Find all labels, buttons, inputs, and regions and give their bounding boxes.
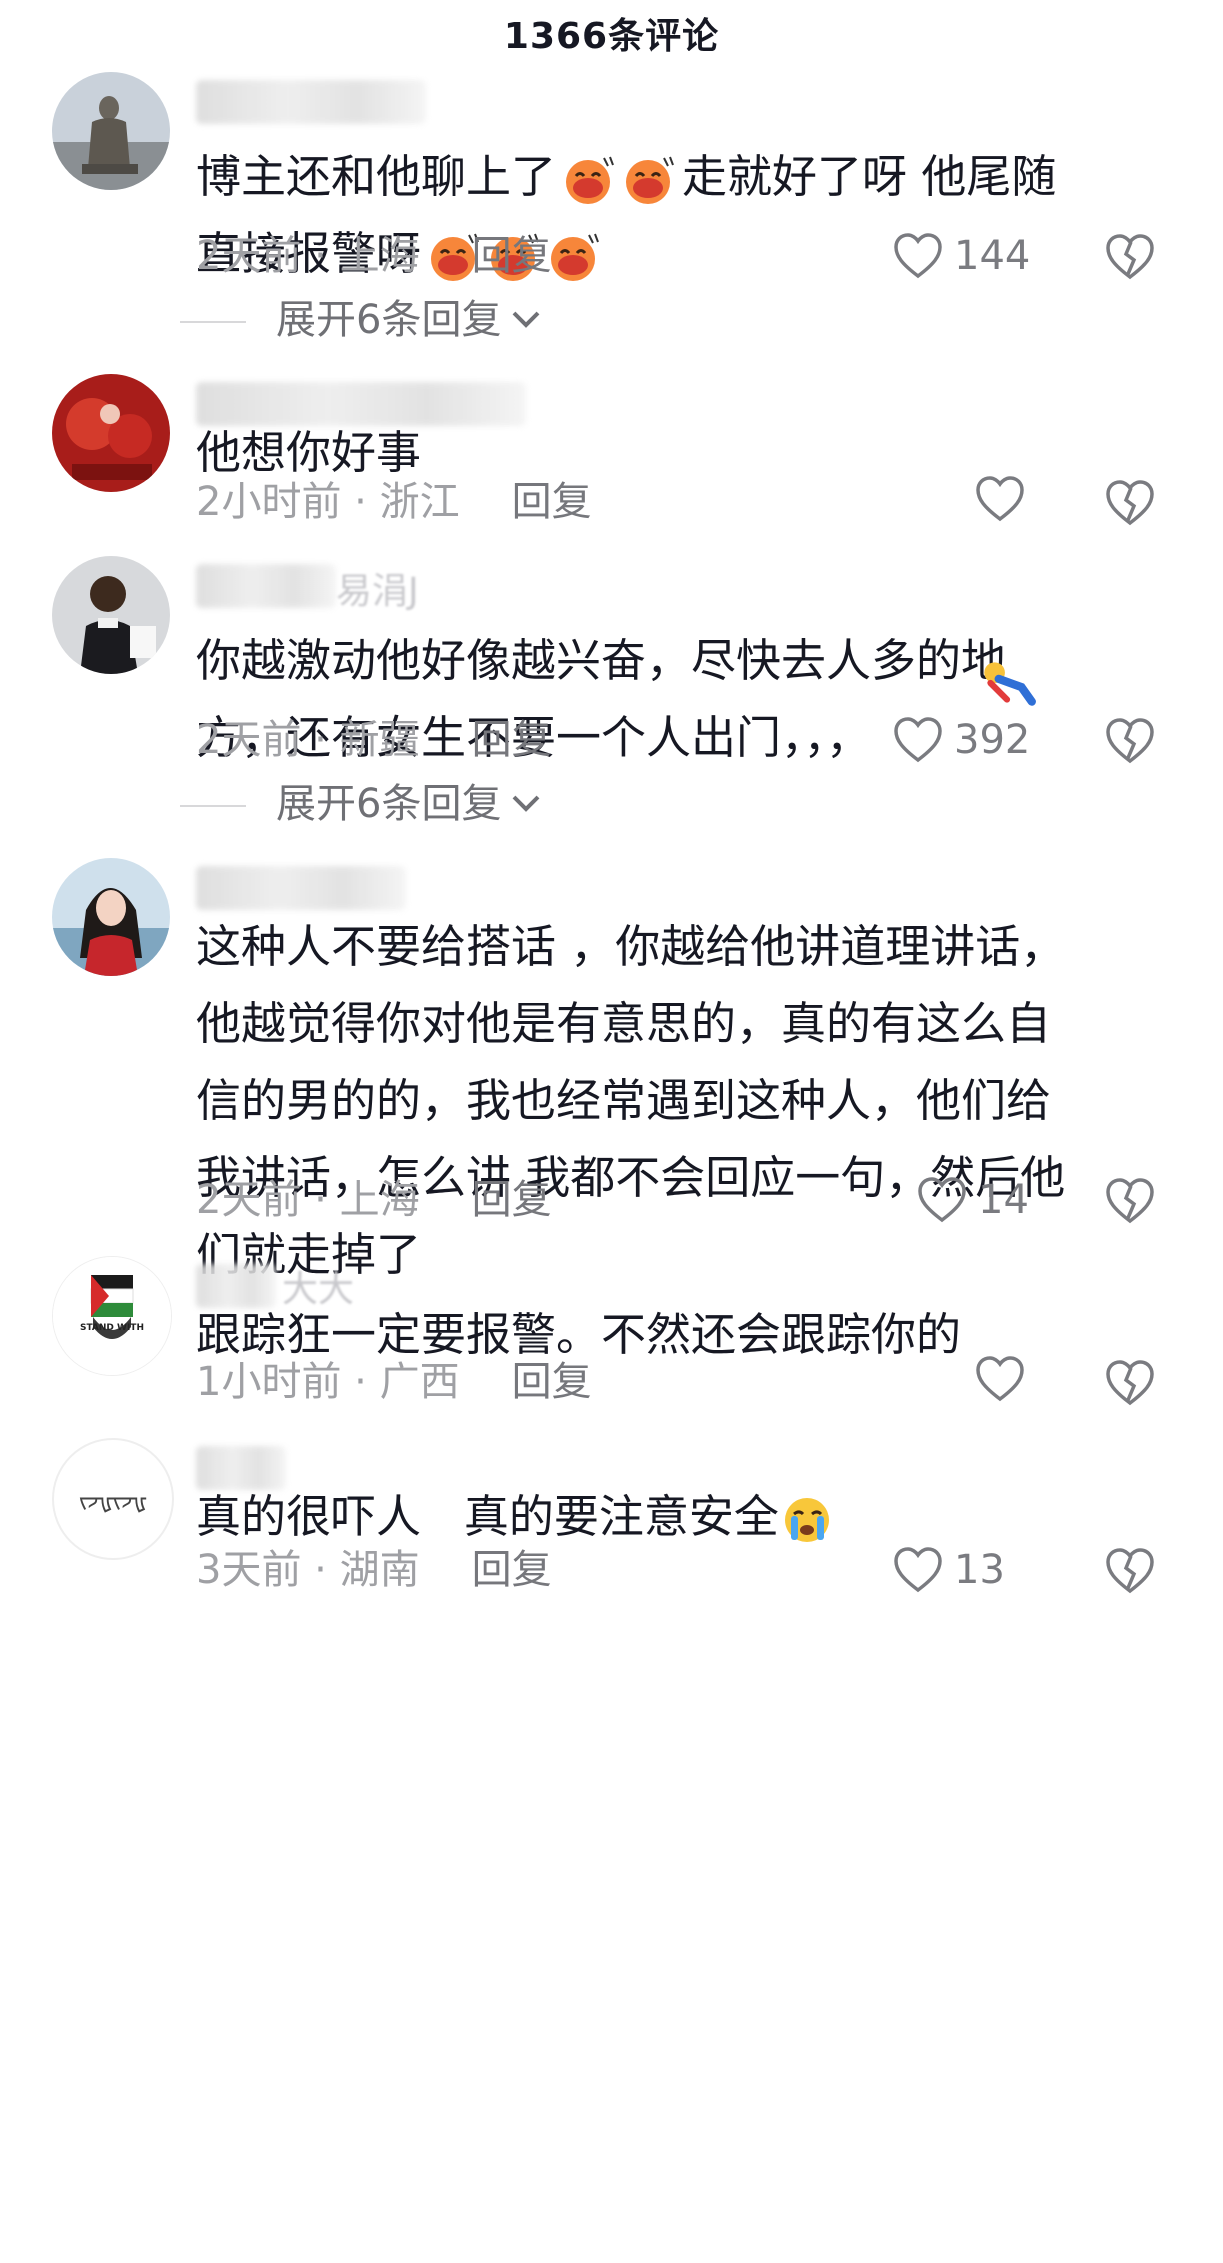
expand-replies-button[interactable]: 展开6条回复 [276, 776, 543, 832]
like-button[interactable]: 144 [892, 228, 1030, 284]
divider-line [180, 321, 246, 323]
reply-button[interactable]: 回复 [472, 717, 552, 763]
comment-time: 2天前 [196, 233, 302, 279]
dislike-button[interactable] [1104, 478, 1156, 528]
like-button[interactable] [974, 474, 1026, 524]
crying-emoji-icon [784, 1498, 829, 1542]
avatar-caption: ᡕᠵᡁᡕᠵᡁ [78, 1486, 148, 1514]
dislike-button[interactable] [1104, 232, 1156, 282]
comment-meta: 2小时前 · 浙江 回复 [196, 479, 592, 525]
username-fragment[interactable]: 易涓J [336, 562, 419, 614]
comments-header: 1366条评论 [0, 0, 1223, 66]
broken-heart-icon [1106, 1178, 1154, 1224]
username-blurred[interactable] [196, 80, 426, 124]
heart-icon [894, 1547, 942, 1593]
statue-avatar-image [52, 72, 170, 190]
child-waiter-avatar-image [52, 556, 170, 674]
like-button[interactable]: 13 [892, 1542, 1005, 1598]
grinning-emoji-icon [551, 233, 599, 281]
comment-meta: 2天前 · 上海 回复 [196, 1177, 552, 1223]
like-count: 144 [954, 233, 1031, 279]
comment-time: 3天前 [196, 1547, 302, 1593]
dislike-button[interactable] [1104, 1358, 1156, 1408]
comment-time: 2天前 [196, 717, 302, 763]
heart-icon [976, 1356, 1024, 1402]
dislike-button[interactable] [1104, 1176, 1156, 1226]
reply-button[interactable]: 回复 [472, 1547, 552, 1593]
heart-icon [918, 1177, 966, 1223]
grinning-emoji-icon [626, 156, 674, 204]
comment-text: 这种人不要给搭话 ，你越给他讲道理讲话， 他越觉得你对他是有意思的，真的有这么自… [196, 920, 1066, 1281]
comment-meta: 2天前 · 新疆 回复 [196, 717, 552, 763]
comment-meta: 1小时前 · 广西 回复 [196, 1359, 592, 1405]
dislike-button[interactable] [1104, 1546, 1156, 1596]
like-count: 14 [978, 1177, 1029, 1223]
comment-meta: 3天前 · 湖南 回复 [196, 1547, 552, 1593]
expand-replies-label: 展开6条回复 [276, 781, 502, 827]
heart-icon [976, 476, 1024, 522]
comment-location: 上海 [339, 1177, 420, 1223]
broken-heart-icon [1106, 1548, 1154, 1594]
comment-location: 广西 [379, 1359, 460, 1405]
heart-icon [894, 717, 942, 763]
expand-replies-label: 展开6条回复 [276, 297, 502, 343]
grinning-emoji-icon [566, 156, 614, 204]
like-button[interactable]: 392 [892, 712, 1030, 768]
like-button[interactable] [974, 1354, 1026, 1404]
like-count: 13 [954, 1547, 1005, 1593]
heart-icon [894, 233, 942, 279]
user-avatar[interactable] [52, 374, 170, 492]
reply-button[interactable]: 回复 [512, 479, 592, 525]
username-blurred[interactable] [196, 564, 336, 608]
reply-button[interactable]: 回复 [472, 1177, 552, 1223]
username-blurred[interactable] [196, 866, 406, 910]
comment-location: 上海 [339, 233, 420, 279]
like-button[interactable]: 14 [916, 1172, 1029, 1228]
broken-heart-icon [1106, 718, 1154, 764]
reply-button[interactable]: 回复 [512, 1359, 592, 1405]
divider-line [180, 805, 246, 807]
fallen-person-emoji-icon [984, 662, 1036, 706]
comment-count-title: 1366条评论 [503, 16, 720, 57]
chevron-down-icon [509, 308, 543, 332]
comment-time: 2天前 [196, 1177, 302, 1223]
emoji-group [560, 154, 678, 206]
broken-heart-icon [1106, 1360, 1154, 1406]
user-avatar[interactable]: ᡕᠵᡁᡕᠵᡁ [52, 1438, 174, 1560]
comment-location: 新疆 [339, 717, 420, 763]
woman-portrait-avatar-image [52, 858, 170, 976]
expand-replies-button[interactable]: 展开6条回复 [276, 292, 543, 348]
comment-location: 浙江 [379, 479, 460, 525]
comment-location: 湖南 [339, 1547, 420, 1593]
broken-heart-icon [1106, 480, 1154, 526]
avatar-caption: STAND WITH [80, 1323, 144, 1333]
user-avatar[interactable] [52, 556, 170, 674]
user-avatar[interactable] [52, 858, 170, 976]
user-avatar[interactable]: STAND WITH [52, 1256, 172, 1376]
dislike-button[interactable] [1104, 716, 1156, 766]
comment-time: 2小时前 [196, 479, 342, 525]
user-avatar[interactable] [52, 72, 170, 190]
like-count: 392 [954, 717, 1031, 763]
chevron-down-icon [509, 792, 543, 816]
red-decor-avatar-image [52, 374, 170, 492]
comment-meta: 2天前 · 上海 回复 [196, 233, 552, 279]
reply-button[interactable]: 回复 [472, 233, 552, 279]
stand-with-avatar-image [53, 1257, 171, 1375]
broken-heart-icon [1106, 234, 1154, 280]
comment-time: 1小时前 [196, 1359, 342, 1405]
